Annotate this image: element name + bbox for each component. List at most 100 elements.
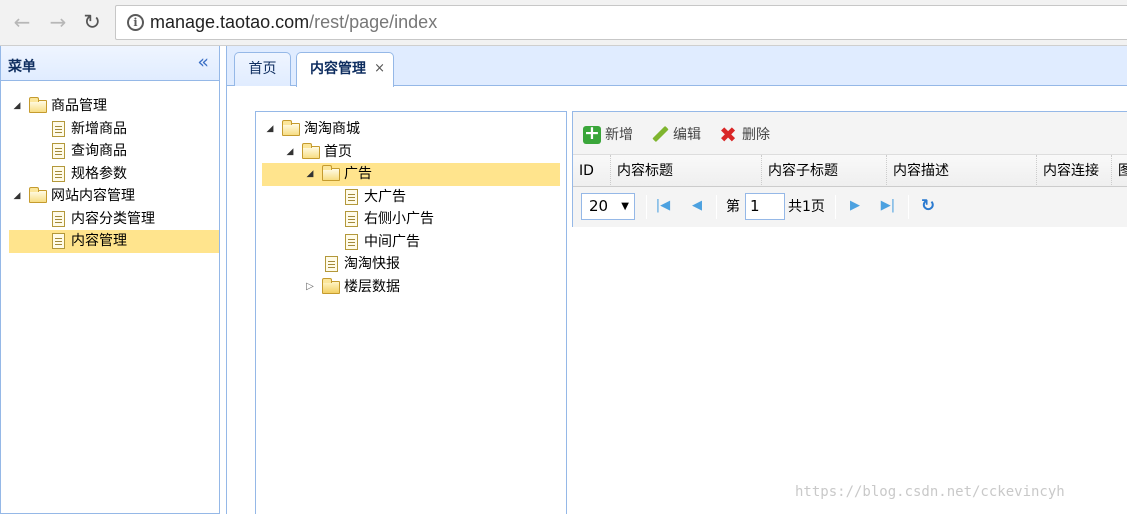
menu-item-query-product[interactable]: 查询商品 [9, 140, 219, 163]
column-header-title[interactable]: 内容标题 [611, 155, 762, 187]
file-icon [325, 256, 338, 272]
browser-toolbar: ← → ↻ i manage.taotao.com/rest/page/inde… [0, 0, 1127, 46]
page-prefix-text: 第 [726, 199, 740, 215]
tabs-bar: 首页 内容管理 × [227, 46, 1127, 87]
file-icon [52, 120, 65, 137]
main-panel: 首页 内容管理 × ◢ 淘淘商城 ◢ 首页 ◢ 广告 大广告 右侧小广告 中间广… [226, 46, 1127, 514]
menu-item-label: 网站内容管理 [51, 188, 135, 204]
menu-item-label: 新增商品 [71, 120, 127, 137]
file-icon [345, 188, 358, 205]
tree-node-label: 广告 [344, 166, 372, 182]
collapsed-arrow-icon[interactable]: ▷ [304, 276, 316, 298]
collapse-icon[interactable]: « [197, 51, 209, 73]
delete-x-icon: ✖ [719, 123, 737, 147]
file-icon [345, 211, 358, 227]
url-path: /rest/page/index [309, 12, 438, 32]
tab-home[interactable]: 首页 [234, 52, 291, 86]
tree-node-right-small-ad[interactable]: 右侧小广告 [262, 208, 560, 231]
expanded-arrow-icon[interactable]: ◢ [11, 185, 23, 207]
tree-node-ads[interactable]: ◢ 广告 [262, 163, 560, 186]
delete-button[interactable]: ✖ 删除 [718, 124, 770, 146]
tree-node-label: 首页 [324, 143, 352, 160]
menu-item-label: 查询商品 [71, 143, 127, 159]
expanded-arrow-icon[interactable]: ◢ [264, 118, 276, 140]
menu-item-content-management[interactable]: 内容管理 [9, 230, 219, 253]
column-header-image[interactable]: 图 [1112, 155, 1127, 187]
refresh-icon[interactable]: ↻ [918, 195, 938, 217]
back-icon[interactable]: ← [10, 10, 34, 34]
file-icon [52, 165, 65, 182]
prev-page-icon[interactable]: ◀ [689, 197, 705, 215]
file-icon [52, 143, 65, 159]
pager-separator [835, 195, 836, 219]
info-icon[interactable]: i [127, 14, 144, 31]
menu-item-site-content[interactable]: ◢ 网站内容管理 [9, 185, 219, 208]
tree-node-taotao-mall[interactable]: ◢ 淘淘商城 [262, 118, 560, 141]
menu-item-spec-params[interactable]: 规格参数 [9, 163, 219, 186]
folder-open-icon [282, 120, 300, 136]
page-size-value: 20 [589, 197, 609, 215]
tree-node-big-ad[interactable]: 大广告 [262, 186, 560, 209]
first-page-icon[interactable]: |◀ [655, 197, 671, 215]
tree-node-taotao-news[interactable]: 淘淘快报 [262, 253, 560, 276]
page-number-input[interactable]: 1 [745, 193, 785, 220]
edit-pencil-icon [651, 126, 669, 144]
page-size-select[interactable]: 20 ▼ [581, 193, 635, 220]
next-page-icon[interactable]: ▶ [847, 197, 863, 215]
tab-label: 内容管理 [310, 61, 366, 77]
menu-item-product-management[interactable]: ◢ 商品管理 [9, 95, 219, 118]
menu-item-label: 内容管理 [71, 233, 127, 249]
watermark: https://blog.csdn.net/cckevincyh [795, 484, 1065, 500]
pager-separator [908, 195, 909, 219]
grid-header: ID 内容标题 内容子标题 内容描述 内容连接 图 [573, 155, 1127, 187]
content-category-tree: ◢ 淘淘商城 ◢ 首页 ◢ 广告 大广告 右侧小广告 中间广告 淘淘快报 ▷ 楼… [262, 118, 560, 298]
url-text[interactable]: manage.taotao.com/rest/page/index [150, 12, 437, 33]
dropdown-caret-icon: ▼ [621, 201, 629, 212]
pager-separator [646, 195, 647, 219]
edit-button[interactable]: 编辑 [651, 124, 701, 146]
content-grid: 新增 编辑 ✖ 删除 ID 内容标题 内容子标题 内容描述 内容连接 图 20 ▼… [572, 111, 1127, 227]
column-header-id[interactable]: ID [573, 155, 611, 187]
menu-item-label: 内容分类管理 [71, 210, 155, 227]
add-icon [583, 122, 601, 144]
column-header-link[interactable]: 内容连接 [1037, 155, 1112, 187]
add-button-label: 新增 [605, 127, 633, 143]
tree-node-middle-ad[interactable]: 中间广告 [262, 231, 560, 254]
folder-open-icon [322, 165, 340, 181]
folder-open-icon [29, 97, 47, 113]
expanded-arrow-icon[interactable]: ◢ [304, 163, 316, 185]
folder-icon [322, 277, 340, 294]
menu-item-add-product[interactable]: 新增商品 [9, 118, 219, 141]
tree-node-label: 淘淘商城 [304, 121, 360, 137]
tree-node-label: 大广告 [364, 188, 406, 205]
address-bar[interactable]: i manage.taotao.com/rest/page/index [115, 5, 1127, 40]
expanded-arrow-icon[interactable]: ◢ [11, 95, 23, 117]
menu-item-content-category[interactable]: 内容分类管理 [9, 208, 219, 231]
file-icon [52, 233, 65, 249]
add-button[interactable]: 新增 [583, 122, 633, 146]
menu-panel: 菜单 « ◢ 商品管理 新增商品 查询商品 规格参数 ◢ 网站内容管理 内容分类… [0, 46, 220, 514]
close-icon[interactable]: × [374, 53, 385, 85]
grid-toolbar: 新增 编辑 ✖ 删除 [573, 112, 1127, 155]
reload-icon[interactable]: ↻ [80, 10, 104, 34]
tree-node-label: 楼层数据 [344, 278, 400, 295]
menu-item-label: 规格参数 [71, 165, 127, 182]
forward-icon[interactable]: → [46, 10, 70, 34]
column-header-description[interactable]: 内容描述 [887, 155, 1037, 187]
last-page-icon[interactable]: ▶| [880, 197, 896, 215]
tab-content-management[interactable]: 内容管理 × [296, 52, 394, 87]
tree-node-floor-data[interactable]: ▷ 楼层数据 [262, 276, 560, 299]
folder-open-icon [29, 187, 47, 203]
menu-item-label: 商品管理 [51, 98, 107, 114]
menu-title: 菜单 [8, 58, 36, 74]
tab-label: 首页 [248, 61, 277, 77]
folder-open-icon [302, 142, 320, 159]
tree-node-home[interactable]: ◢ 首页 [262, 141, 560, 164]
tree-node-label: 中间广告 [364, 233, 420, 250]
tree-node-label: 淘淘快报 [344, 256, 400, 272]
page-total-text: 共1页 [788, 199, 825, 215]
url-host: manage.taotao.com [150, 12, 310, 32]
column-header-subtitle[interactable]: 内容子标题 [762, 155, 887, 187]
expanded-arrow-icon[interactable]: ◢ [284, 141, 296, 163]
menu-header: 菜单 « [1, 46, 219, 81]
